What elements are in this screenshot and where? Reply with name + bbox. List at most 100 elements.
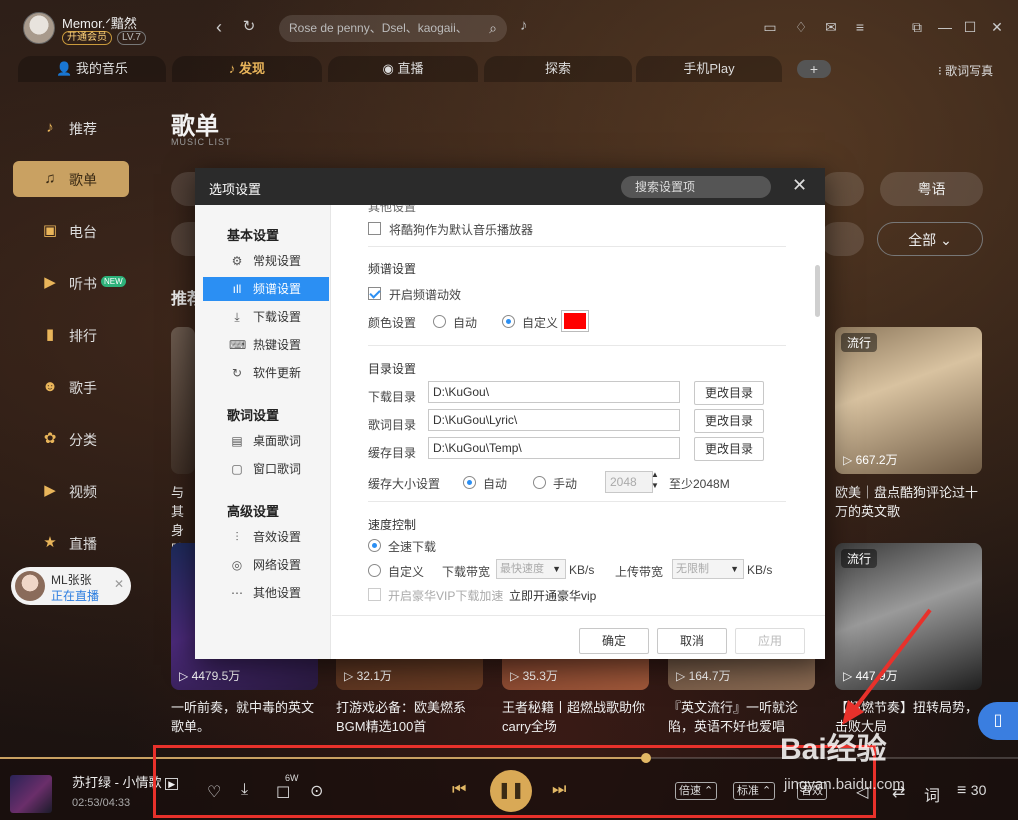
vip-badge[interactable]: 开通会员 xyxy=(62,31,112,45)
search-icon[interactable]: ⌕ xyxy=(489,15,497,42)
nav-desktop-lyrics[interactable]: ▤ 桌面歌词 xyxy=(203,429,329,453)
full-speed-radio[interactable] xyxy=(368,539,381,552)
playlist-card[interactable] xyxy=(171,327,195,474)
dialog-close-icon[interactable]: ✕ xyxy=(792,175,807,196)
filter-pill[interactable] xyxy=(820,222,864,256)
back-icon[interactable]: ‹ xyxy=(208,16,230,38)
level-badge[interactable]: LV.7 xyxy=(117,31,146,45)
nav-download[interactable]: ⤓ 下载设置 xyxy=(203,305,329,329)
refresh-icon[interactable]: ↻ xyxy=(238,16,260,38)
nav-hotkey[interactable]: ⌨ 热键设置 xyxy=(203,333,329,357)
filter-pill[interactable] xyxy=(820,172,864,206)
cache-manual-radio[interactable] xyxy=(533,476,546,489)
live-status: 正在直播 xyxy=(51,589,100,603)
lyric-wallpaper-button[interactable]: ⁝ 歌词写真 xyxy=(938,62,993,79)
tab-explore[interactable]: 探索 xyxy=(484,56,632,82)
mini-mode-icon[interactable]: ⧉ xyxy=(908,18,926,36)
equalizer-icon: ⫶ xyxy=(235,530,239,544)
tab-mobile-play[interactable]: 手机Play xyxy=(636,56,782,82)
settings-icon[interactable]: ≡ xyxy=(851,18,869,36)
lyric-dir-input[interactable]: D:\KuGou\Lyric\ xyxy=(428,409,680,431)
custom-speed-radio[interactable] xyxy=(368,564,381,577)
settings-scrollbar[interactable] xyxy=(815,265,820,317)
nav-network[interactable]: ◎ 网络设置 xyxy=(203,553,329,577)
color-swatch[interactable] xyxy=(561,310,589,332)
upload-bandwidth-select[interactable]: 无限制 ▼ xyxy=(672,559,744,579)
card-title[interactable]: 一听前奏，就中毒的英文歌单。 xyxy=(171,698,319,736)
skin-icon[interactable]: ♢ xyxy=(792,18,810,36)
nav-spectrum[interactable]: ıll 频谱设置 xyxy=(203,277,329,301)
window-lyrics-icon: ▢ xyxy=(231,462,243,476)
main-tabs: 👤 我的音乐 ♪ 发现 ◉ 直播 探索 手机Play + ⁝ 歌词写真 xyxy=(0,56,1018,84)
card-tag: 流行 xyxy=(841,549,878,568)
tab-live[interactable]: ◉ 直播 xyxy=(328,56,478,82)
playlist-queue-icon[interactable]: ≡ 30 xyxy=(957,782,986,800)
vip-accel-checkbox[interactable] xyxy=(368,588,381,601)
vip-link[interactable]: 立即开通豪华vip xyxy=(509,587,596,604)
change-download-dir-button[interactable]: 更改目录 xyxy=(694,381,764,405)
download-dir-input[interactable]: D:\KuGou\ xyxy=(428,381,680,403)
nav-group-advanced: 高级设置 xyxy=(227,504,280,519)
tab-my-music[interactable]: 👤 我的音乐 xyxy=(18,56,166,82)
card-title[interactable]: 王者秘籍丨超燃战歌助你carry全场 xyxy=(502,698,650,736)
maximize-icon[interactable]: ☐ xyxy=(961,18,979,36)
sidebar-item-radio[interactable]: ▣ 电台 xyxy=(13,213,129,249)
color-custom-radio[interactable] xyxy=(502,315,515,328)
nav-window-lyrics[interactable]: ▢ 窗口歌词 xyxy=(203,457,329,481)
color-auto-radio[interactable] xyxy=(433,315,446,328)
cache-size-input[interactable]: 2048 xyxy=(605,471,653,493)
close-icon[interactable]: ✕ xyxy=(988,18,1006,36)
playlist-card[interactable]: 流行 ▷ 667.2万 xyxy=(835,327,982,474)
close-live-card-icon[interactable]: ✕ xyxy=(114,577,124,591)
change-cache-dir-button[interactable]: 更改目录 xyxy=(694,437,764,461)
minimize-icon[interactable]: — xyxy=(936,18,954,36)
sidebar-item-recommend[interactable]: ♪ 推荐 xyxy=(13,110,129,146)
ok-button[interactable]: 确定 xyxy=(579,628,649,654)
section-dirs-title: 目录设置 xyxy=(368,362,417,376)
cache-size-stepper[interactable]: ▲ ▼ xyxy=(651,469,659,491)
tab-discover[interactable]: ♪ 发现 xyxy=(172,56,322,82)
sidebar-item-video[interactable]: ▶ 视频 xyxy=(13,473,129,509)
album-cover[interactable] xyxy=(10,775,52,813)
spectrum-enable-checkbox[interactable] xyxy=(368,287,381,300)
cancel-button[interactable]: 取消 xyxy=(657,628,727,654)
default-player-checkbox[interactable] xyxy=(368,222,381,235)
download-unit: KB/s xyxy=(569,563,595,577)
search-input[interactable]: Rose de penny、Dsel、kaogaii、 ⌕ xyxy=(279,15,507,42)
download-bandwidth-label: 下载带宽 xyxy=(442,565,491,579)
sidebar-item-live[interactable]: ★ 直播 xyxy=(13,525,129,561)
sidebar-item-playlist[interactable]: ♫ 歌单 xyxy=(13,161,129,197)
card-plays: ▷ 667.2万 xyxy=(843,453,898,467)
settings-search-input[interactable]: 搜索设置项 xyxy=(621,176,771,198)
apply-button[interactable]: 应用 xyxy=(735,628,805,654)
nav-general[interactable]: ⚙ 常规设置 xyxy=(203,249,329,273)
mail-icon[interactable]: ✉ xyxy=(822,18,840,36)
upload-unit: KB/s xyxy=(747,563,773,577)
sidebar-item-audiobook[interactable]: ▶ 听书 NEW xyxy=(13,265,129,301)
cache-auto-radio[interactable] xyxy=(463,476,476,489)
add-tab-button[interactable]: + xyxy=(797,60,831,78)
change-lyric-dir-button[interactable]: 更改目录 xyxy=(694,409,764,433)
live-streamer-card[interactable]: ML张张 正在直播 ✕ xyxy=(11,567,131,605)
card-title[interactable]: 打游戏必备：欧美燃系BGM精选100首 xyxy=(336,698,484,736)
filter-cantonese[interactable]: 粤语 xyxy=(880,172,983,206)
nav-update[interactable]: ↻ 软件更新 xyxy=(203,361,329,385)
streamer-name: ML张张 xyxy=(51,573,92,587)
cache-dir-input[interactable]: D:\KuGou\Temp\ xyxy=(428,437,680,459)
card-title[interactable]: 欧美｜盘点酷狗评论过十万的英文歌 xyxy=(835,483,983,521)
nav-other[interactable]: ⋯ 其他设置 xyxy=(203,581,329,605)
lyrics-icon[interactable]: 词 xyxy=(924,782,940,806)
download-bandwidth-select[interactable]: 最快速度 ▼ xyxy=(496,559,566,579)
spectrum-icon: ıll xyxy=(232,282,242,296)
sidebar-item-singer[interactable]: ☻ 歌手 xyxy=(13,369,129,405)
sidebar-item-category[interactable]: ✿ 分类 xyxy=(13,421,129,457)
mic-icon[interactable]: ♪ xyxy=(520,17,528,34)
nav-sound-effects[interactable]: ⫶ 音效设置 xyxy=(203,525,329,549)
user-name[interactable]: Memor.ᐟ黯然 xyxy=(62,13,137,32)
filter-all-dropdown[interactable]: 全部 ⌄ xyxy=(877,222,983,256)
user-avatar[interactable] xyxy=(23,12,55,44)
message-icon[interactable]: ▭ xyxy=(761,18,779,36)
sidebar-item-ranking[interactable]: ▮ 排行 xyxy=(13,317,129,353)
color-setting-label: 颜色设置 xyxy=(368,316,417,330)
phone-icon[interactable]: ▯ xyxy=(978,702,1018,740)
